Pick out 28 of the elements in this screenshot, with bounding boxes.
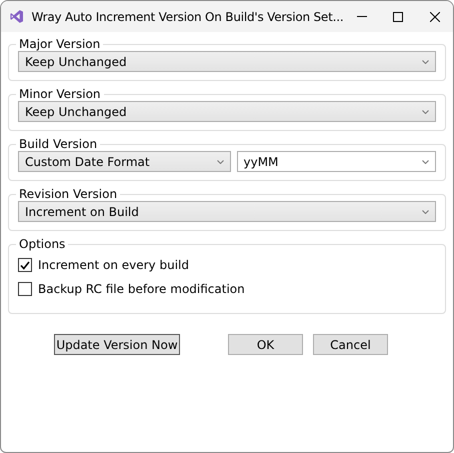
chevron-icon	[422, 160, 429, 164]
checkbox-label: Backup RC file before modification	[38, 282, 245, 296]
checkbox-label: Increment on every build	[38, 258, 189, 272]
combo-field[interactable]: yyMM	[236, 151, 436, 172]
dropdown[interactable]: Keep Unchanged	[18, 101, 436, 122]
chevron-icon	[422, 210, 429, 214]
chevron-icon	[216, 160, 224, 164]
window-title: Wray Auto Increment Version On Build's Version Set...	[31, 10, 344, 24]
check-icon	[20, 260, 30, 270]
checkbox[interactable]	[18, 258, 32, 272]
group-label: Minor Version	[18, 87, 102, 101]
dropdown[interactable]: Custom Date Format	[18, 151, 230, 172]
chevron-icon	[422, 110, 429, 114]
chevron-icon	[422, 60, 429, 64]
dialog-button[interactable]: OK	[228, 334, 303, 355]
dropdown[interactable]: Increment on Build	[18, 201, 436, 222]
close-icon	[430, 12, 440, 22]
checkbox[interactable]	[18, 282, 32, 296]
group-label: Options	[18, 237, 66, 251]
group-label: Revision Version	[18, 187, 118, 201]
logo-icon	[10, 8, 24, 25]
minimize-icon	[356, 16, 367, 17]
dialog-button[interactable]: Update Version Now	[54, 334, 180, 355]
dialog-button[interactable]: Cancel	[313, 334, 388, 355]
dropdown[interactable]: Keep Unchanged	[18, 51, 436, 72]
group-label: Build Version	[18, 137, 98, 151]
maximize-icon	[393, 12, 404, 22]
group-label: Major Version	[18, 37, 102, 51]
